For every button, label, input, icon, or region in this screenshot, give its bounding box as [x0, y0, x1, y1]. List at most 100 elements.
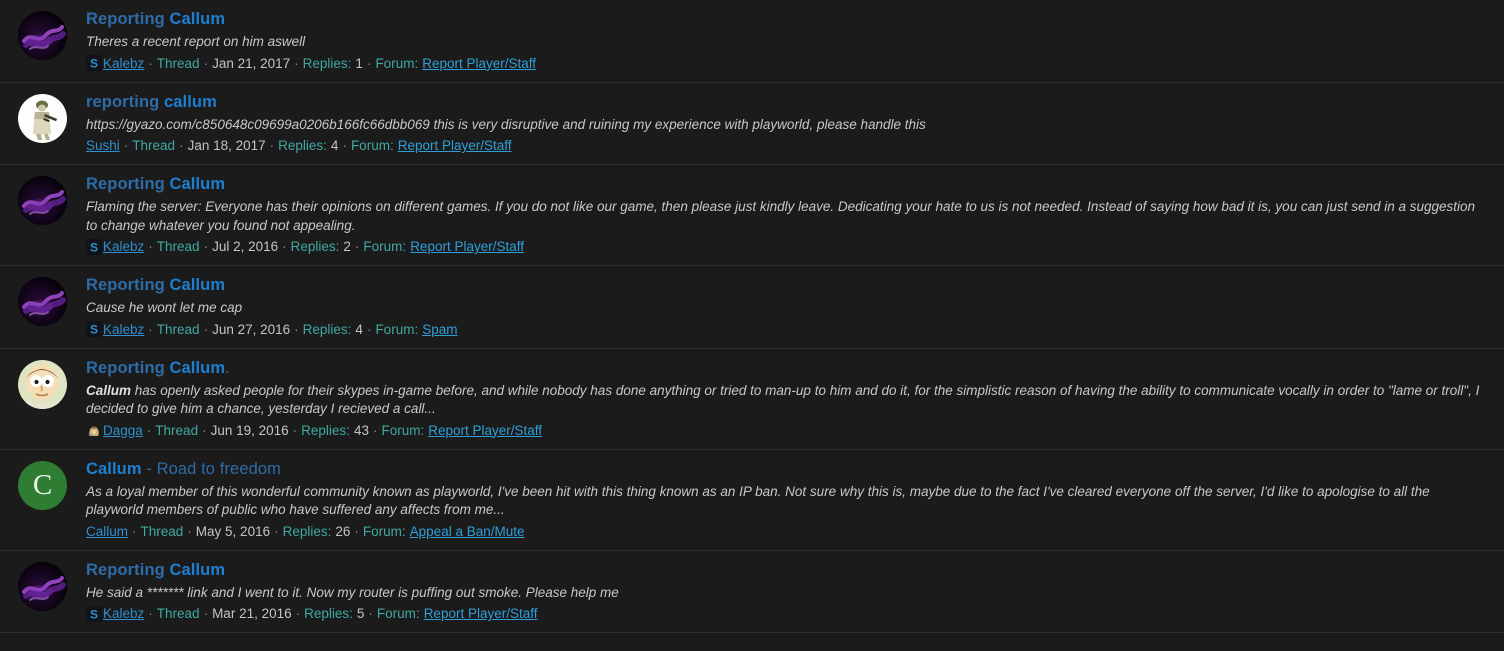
meta-author-link[interactable]: Sushi [86, 136, 120, 155]
meta-author-link[interactable]: Kalebz [103, 320, 144, 339]
meta-dot: · [148, 606, 153, 621]
avatar-cell [18, 92, 70, 143]
meta-forum-label: Forum: [375, 321, 419, 337]
meta-forum-link[interactable]: Report Player/Staff [394, 136, 512, 155]
meta-replies-label: Replies: [278, 138, 327, 153]
meta-dot: · [294, 321, 299, 337]
meta-replies-count: 4 [355, 321, 363, 337]
result-content: Reporting Callum Theres a recent report o… [70, 9, 1488, 73]
result-title[interactable]: Callum - Road to freedom [86, 459, 1488, 480]
meta-dot: · [294, 55, 299, 71]
result-title-highlight: Callum [169, 560, 226, 579]
snippet-highlight: Callum [86, 382, 132, 398]
snippet-text: Theres a recent report on him aswell [86, 34, 306, 49]
avatar-cell [18, 9, 70, 60]
search-result-row[interactable]: C Callum - Road to freedom As a loyal memb… [0, 449, 1504, 551]
meta-replies-label: Replies: [290, 239, 340, 254]
result-title-highlight: callum [164, 92, 217, 111]
meta-dot: · [282, 239, 287, 254]
svg-text:S: S [90, 607, 98, 621]
result-content: reporting callum https://gyazo.com/c85064… [70, 92, 1488, 156]
meta-dot: · [148, 239, 153, 254]
snippet-text: He said a ******* link and I went to it.… [86, 584, 619, 600]
result-title[interactable]: Reporting Callum [86, 9, 1488, 30]
search-results-list: Reporting Callum Theres a recent report o… [0, 0, 1504, 633]
meta-dot: · [203, 321, 209, 337]
result-content: Reporting Callum Flaming the server: Ever… [70, 174, 1488, 256]
result-title-prefix: Reporting [86, 560, 170, 579]
search-result-row[interactable]: Reporting Callum Cause he wont let me cap… [0, 266, 1504, 349]
meta-forum-link[interactable]: Appeal a Ban/Mute [406, 522, 525, 541]
meta-dot: · [366, 55, 372, 71]
result-meta: Sushi · Thread · Jan 18, 2017 · Replies: 4 · Foru… [86, 136, 1488, 155]
meta-forum-label: Forum: [381, 422, 425, 438]
avatar[interactable] [18, 277, 67, 326]
meta-author-link[interactable]: Dagga [103, 421, 143, 440]
meta-dot: · [148, 55, 153, 71]
result-title-highlight: Callum [86, 459, 142, 478]
snippet-text: As a loyal member of this wonderful comm… [86, 483, 1430, 518]
svg-text:S: S [90, 57, 98, 71]
result-title[interactable]: reporting callum [86, 92, 1488, 113]
meta-replies-label: Replies: [301, 422, 350, 438]
meta-replies-label: Replies: [302, 55, 352, 71]
result-snippet: Cause he wont let me cap [86, 299, 1488, 318]
search-result-row[interactable]: reporting callum https://gyazo.com/c85064… [0, 82, 1504, 165]
meta-dot: · [354, 239, 360, 254]
result-title[interactable]: Reporting Callum. [86, 358, 1488, 379]
result-content: Reporting Callum Cause he wont let me cap… [70, 275, 1488, 339]
result-snippet: As a loyal member of this wonderful comm… [86, 483, 1488, 520]
result-title-highlight: Callum [169, 276, 226, 294]
snippet-text: https://gyazo.com/c850648c09699a0206b166… [86, 116, 926, 132]
meta-replies-count: 43 [353, 422, 369, 438]
meta-dot: · [123, 138, 129, 153]
search-result-row[interactable]: Reporting Callum He said a ******* link a… [0, 550, 1504, 633]
avatar[interactable]: C [18, 460, 67, 510]
meta-dot: · [203, 606, 209, 621]
meta-forum-link[interactable]: Spam [418, 320, 457, 339]
avatar[interactable] [18, 561, 67, 611]
svg-text:S: S [90, 323, 98, 337]
meta-dot: · [203, 55, 209, 71]
avatar[interactable] [18, 11, 67, 60]
avatar[interactable] [18, 359, 67, 409]
meta-type: Thread [156, 55, 200, 71]
meta-forum-label: Forum: [350, 138, 394, 153]
meta-replies-count: 5 [356, 606, 365, 621]
meta-date: Mar 21, 2016 [212, 606, 292, 621]
avatar[interactable] [18, 93, 67, 143]
meta-replies-count: 1 [355, 55, 363, 71]
meta-replies-label: Replies: [282, 523, 332, 539]
meta-dot: · [368, 606, 373, 621]
meta-dot: · [372, 422, 378, 438]
meta-date: Jun 27, 2016 [212, 321, 291, 337]
meta-forum-link[interactable]: Report Player/Staff [420, 604, 538, 623]
result-meta: S Kalebz · Thread · Jan 21, 2017 · Replies: 1 · Fo… [86, 54, 1488, 73]
search-result-row[interactable]: Reporting Callum. Callum has openly asked… [0, 348, 1504, 450]
meta-author-link[interactable]: Kalebz [103, 237, 144, 256]
meta-forum-link[interactable]: Report Player/Staff [424, 421, 542, 440]
result-title-suffix: . [225, 358, 230, 377]
kalebz-mini-icon: S [86, 605, 102, 622]
meta-replies-count: 2 [343, 239, 351, 254]
result-title-prefix: Reporting [86, 358, 170, 377]
search-result-row[interactable]: Reporting Callum Flaming the server: Ever… [0, 165, 1504, 266]
result-title[interactable]: Reporting Callum [86, 174, 1488, 195]
meta-author-link[interactable]: Callum [86, 522, 128, 541]
result-title-prefix: Reporting [86, 10, 170, 28]
meta-author-link[interactable]: Kalebz [103, 604, 144, 623]
search-result-row[interactable]: Reporting Callum Theres a recent report o… [0, 0, 1504, 83]
meta-forum-link[interactable]: Report Player/Staff [418, 54, 536, 73]
meta-dot: · [274, 523, 279, 539]
dagga-mini-icon [86, 422, 102, 438]
meta-type: Thread [156, 321, 200, 337]
meta-replies-label: Replies: [302, 321, 352, 337]
avatar[interactable] [18, 176, 67, 225]
meta-dot: · [148, 321, 153, 337]
result-title[interactable]: Reporting Callum [86, 560, 1488, 581]
result-title[interactable]: Reporting Callum [86, 275, 1488, 296]
meta-author-link[interactable]: Kalebz [103, 54, 144, 73]
meta-forum-link[interactable]: Report Player/Staff [406, 237, 524, 256]
result-title-prefix: Reporting [86, 175, 170, 193]
meta-date: Jan 18, 2017 [187, 138, 266, 153]
